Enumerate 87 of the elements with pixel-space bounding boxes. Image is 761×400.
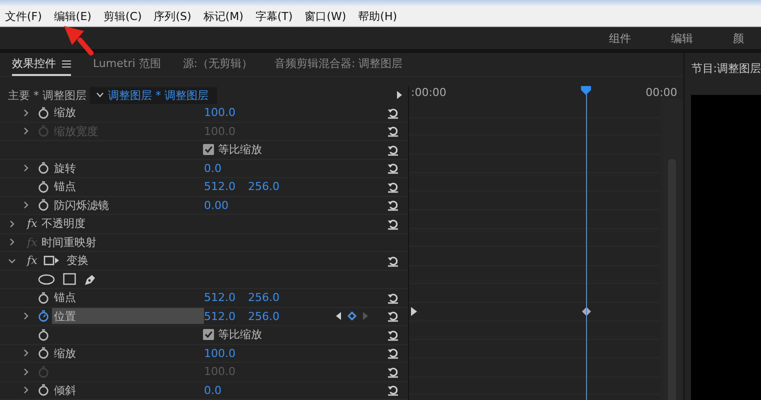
effect-name: 时间重映射 xyxy=(41,234,96,250)
reset-icon[interactable] xyxy=(387,162,399,174)
chevron-right-icon[interactable] xyxy=(22,164,30,172)
workspace-tab[interactable]: 颜 xyxy=(733,30,761,46)
menu-item[interactable]: 剪辑(C) xyxy=(102,8,143,24)
reset-icon[interactable] xyxy=(387,328,399,341)
play-arrow-icon[interactable] xyxy=(397,91,402,99)
property-value[interactable]: 0.0 xyxy=(204,384,248,397)
property-value[interactable]: 512.0 xyxy=(204,310,248,323)
property-name[interactable]: 缩放 xyxy=(52,345,204,362)
reset-icon[interactable] xyxy=(387,254,399,267)
stopwatch-icon[interactable] xyxy=(38,310,49,322)
stopwatch-icon[interactable] xyxy=(38,347,49,360)
reset-icon[interactable] xyxy=(387,384,399,396)
reset-icon[interactable] xyxy=(387,218,399,230)
reset-icon[interactable] xyxy=(387,106,399,119)
stopwatch-icon[interactable] xyxy=(38,162,49,174)
stopwatch-icon[interactable] xyxy=(38,106,49,119)
stopwatch-icon[interactable] xyxy=(38,328,49,341)
stopwatch-icon[interactable] xyxy=(38,292,49,304)
menu-item[interactable]: 窗口(W) xyxy=(304,8,348,24)
checkbox-label: 等比缩放 xyxy=(218,142,262,158)
transform-icon[interactable] xyxy=(43,255,60,266)
menu-item[interactable]: 帮助(H) xyxy=(357,8,398,24)
property-value[interactable]: 512.0 xyxy=(204,180,248,194)
property-name[interactable]: 缩放 xyxy=(52,104,204,121)
ellipse-mask-icon[interactable] xyxy=(38,274,55,285)
reset-icon[interactable] xyxy=(387,144,399,156)
chevron-down-icon[interactable] xyxy=(96,92,104,98)
reset-icon[interactable] xyxy=(387,292,399,304)
timecode: :00:00 xyxy=(411,86,446,99)
checkbox-label: 等比缩放 xyxy=(218,327,262,342)
checkbox[interactable] xyxy=(203,329,214,340)
menu-item[interactable]: 字幕(T) xyxy=(254,8,294,24)
property-value[interactable]: 0.0 xyxy=(204,162,248,175)
playhead-icon[interactable] xyxy=(581,86,592,95)
chevron-right-icon[interactable] xyxy=(22,349,30,358)
menu-icon[interactable] xyxy=(62,60,71,68)
fx-toggle[interactable]: fx xyxy=(27,254,38,268)
chevron-right-icon[interactable] xyxy=(8,238,16,246)
workspace-tab[interactable]: 编辑 xyxy=(671,30,699,46)
menu-item[interactable]: 序列(S) xyxy=(152,8,192,24)
chevron-right-icon[interactable] xyxy=(22,201,30,210)
master-clip-label: 主要 * 调整图层 xyxy=(7,88,88,102)
property-value[interactable]: 256.0 xyxy=(248,291,292,304)
property-name[interactable]: 位置 xyxy=(52,308,204,324)
property-value[interactable]: 100.0 xyxy=(204,346,248,360)
reset-icon[interactable] xyxy=(387,347,399,360)
chevron-right-icon[interactable] xyxy=(22,312,30,320)
effect-name: 变换 xyxy=(66,253,88,268)
reset-icon[interactable] xyxy=(387,199,399,212)
checkbox[interactable] xyxy=(203,144,214,156)
timecode: 00:00 xyxy=(646,86,678,99)
property-name[interactable]: 防闪烁滤镜 xyxy=(52,197,204,214)
stopwatch-icon[interactable] xyxy=(38,384,49,396)
workspace-tab[interactable]: 组件 xyxy=(609,30,637,46)
property-name[interactable]: 锚点 xyxy=(52,290,204,306)
clip-selector[interactable]: 调整图层 * 调整图层 xyxy=(90,86,216,104)
effect-name: 不透明度 xyxy=(41,216,86,232)
panel-tab[interactable]: 音频剪辑混合器: 调整图层 xyxy=(274,56,403,76)
menu-item[interactable]: 编辑(E) xyxy=(52,8,92,24)
property-name[interactable]: 旋转 xyxy=(52,160,204,176)
reset-icon[interactable] xyxy=(387,310,399,322)
chevron-right-icon[interactable] xyxy=(22,386,30,394)
panel-tab[interactable]: 源:（无剪辑） xyxy=(182,56,252,76)
panel-tab[interactable]: Lumetri 范围 xyxy=(93,56,161,76)
pen-icon[interactable] xyxy=(84,272,97,286)
panel-tab[interactable]: 效果控件 xyxy=(12,56,71,76)
property-name[interactable]: 倾斜 xyxy=(52,382,204,398)
property-value[interactable]: 256.0 xyxy=(248,180,292,194)
stopwatch-icon[interactable] xyxy=(38,199,49,212)
menu-item[interactable]: 文件(F) xyxy=(4,8,43,24)
property-value[interactable]: 100.0 xyxy=(204,106,248,120)
stopwatch-icon[interactable] xyxy=(38,180,49,193)
chevron-right-icon[interactable] xyxy=(8,220,16,228)
panel-title: 节目:调整图层 xyxy=(690,61,761,76)
keyframe-nav-icon[interactable] xyxy=(335,311,369,322)
rectangle-mask-icon[interactable] xyxy=(63,273,76,286)
menu-item[interactable]: 标记(M) xyxy=(202,8,244,24)
fx-toggle[interactable]: fx xyxy=(27,217,38,230)
property-value[interactable]: 0.00 xyxy=(204,198,248,212)
property-value[interactable]: 512.0 xyxy=(204,291,248,304)
property-value[interactable]: 256.0 xyxy=(248,310,292,323)
reset-icon[interactable] xyxy=(387,180,399,193)
chevron-down-icon[interactable] xyxy=(8,256,16,265)
chevron-right-icon[interactable] xyxy=(22,108,30,117)
property-name[interactable]: 锚点 xyxy=(52,178,204,195)
